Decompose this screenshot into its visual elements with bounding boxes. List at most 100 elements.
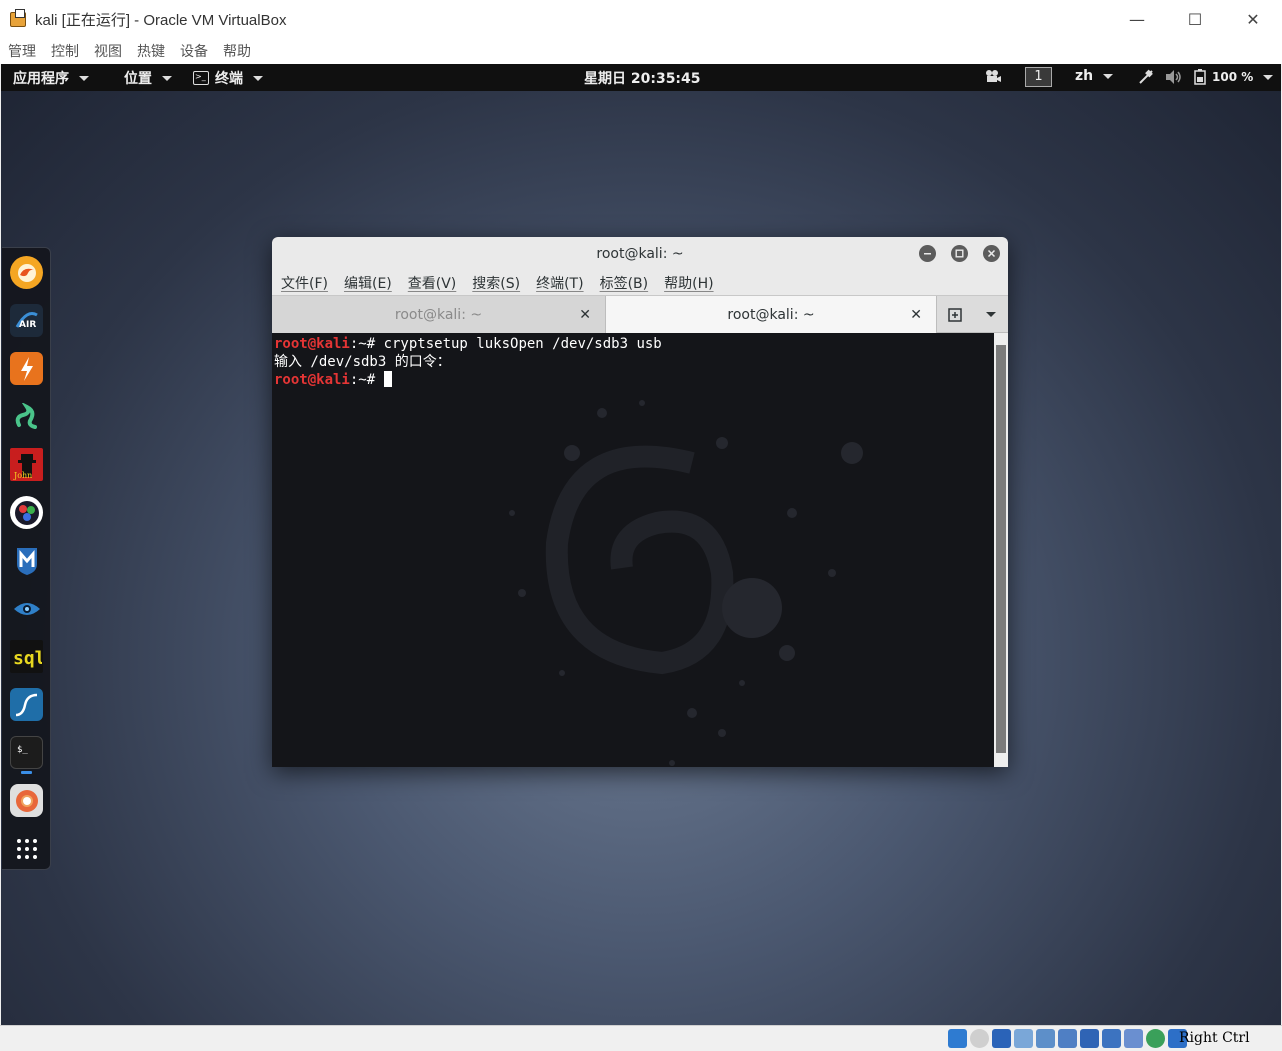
- chromium-icon[interactable]: [10, 784, 43, 817]
- new-tab-icon: [948, 307, 962, 322]
- new-tab-button[interactable]: [937, 296, 973, 333]
- menu-file[interactable]: 文件(F): [281, 273, 328, 293]
- virtualization-icon[interactable]: [1124, 1029, 1143, 1048]
- tab-list-button[interactable]: [973, 296, 1008, 333]
- svg-text:sql: sql: [13, 648, 42, 669]
- terminal-maximize-button[interactable]: [951, 245, 968, 262]
- eye-recon-icon[interactable]: [10, 592, 43, 625]
- menu-search[interactable]: 搜索(S): [472, 273, 520, 293]
- scrollbar-thumb[interactable]: [996, 345, 1006, 753]
- menu-edit[interactable]: 编辑(E): [344, 273, 392, 293]
- applications-label: 应用程序: [13, 71, 69, 87]
- display-icon[interactable]: [1080, 1029, 1099, 1048]
- prompt-user: root@kali: [274, 336, 350, 352]
- terminal-close-button[interactable]: [983, 245, 1000, 262]
- menu-terminal[interactable]: 终端(T): [536, 273, 583, 293]
- terminal-output: root@kali:~# cryptsetup luksOpen /dev/sd…: [274, 335, 662, 389]
- menu-help[interactable]: 帮助(H): [664, 273, 713, 293]
- battery-menu[interactable]: 100 %: [1194, 69, 1274, 85]
- workspace-indicator[interactable]: 1: [1025, 67, 1052, 87]
- terminal-minimize-button[interactable]: [919, 245, 936, 262]
- john-ripper-icon[interactable]: John: [10, 448, 43, 481]
- close-tab-icon[interactable]: ✕: [910, 307, 922, 323]
- host-titlebar: kali [正在运行] - Oracle VM VirtualBox — ☐ ✕: [0, 0, 1282, 38]
- terminal-icon: >_: [193, 71, 209, 85]
- close-button[interactable]: ✕: [1224, 0, 1282, 38]
- tab-label: root@kali: ~: [727, 306, 815, 323]
- chevron-down-icon: [1103, 73, 1114, 79]
- language-menu[interactable]: zh: [1075, 68, 1114, 84]
- menu-tabs[interactable]: 标签(B): [600, 273, 649, 293]
- network-icon[interactable]: [1138, 69, 1154, 85]
- minimize-button[interactable]: —: [1108, 0, 1166, 38]
- host-status-bar: Right Ctrl: [0, 1025, 1282, 1051]
- chevron-down-icon: [253, 75, 263, 81]
- video-capture-icon[interactable]: [1102, 1029, 1121, 1048]
- clock-label: 星期日 20:35:45: [584, 71, 701, 87]
- python-snake-icon[interactable]: [10, 400, 43, 433]
- terminal-icon[interactable]: $_: [10, 736, 43, 769]
- svg-text:$_: $_: [17, 745, 28, 755]
- audio-icon[interactable]: [992, 1029, 1011, 1048]
- workspace-number: 1: [1025, 67, 1052, 87]
- places-label: 位置: [124, 71, 152, 87]
- running-indicator: [21, 771, 32, 774]
- terminal-app-label: 终端: [215, 71, 243, 87]
- mouse-integration-icon[interactable]: [1146, 1029, 1165, 1048]
- menu-manage[interactable]: 管理: [8, 41, 36, 61]
- prompt-path: :~#: [349, 336, 384, 352]
- svg-text:John: John: [13, 471, 32, 480]
- terminal-app-menu[interactable]: >_ 终端: [193, 68, 263, 88]
- maximize-button[interactable]: ☐: [1166, 0, 1224, 38]
- burpsuite-icon[interactable]: [10, 352, 43, 385]
- volume-icon[interactable]: [1165, 69, 1183, 85]
- language-label: zh: [1075, 68, 1094, 84]
- terminal-body[interactable]: root@kali:~# cryptsetup luksOpen /dev/sd…: [272, 333, 994, 767]
- terminal-window: root@kali: ~ 文件(F) 编辑(E) 查看(V) 搜索(S) 终端(…: [272, 237, 1008, 767]
- places-menu[interactable]: 位置: [124, 68, 172, 88]
- chevron-down-icon: [162, 75, 172, 81]
- output-text: 输入 /dev/sdb3 的口令：: [274, 354, 451, 370]
- host-window-title: kali [正在运行] - Oracle VM VirtualBox: [35, 11, 287, 29]
- virtualbox-icon: [9, 9, 29, 29]
- menu-devices[interactable]: 设备: [180, 41, 208, 61]
- firefox-icon[interactable]: [10, 256, 43, 289]
- maltego-icon[interactable]: [10, 496, 43, 529]
- tab-1[interactable]: root@kali: ~ ✕: [272, 296, 606, 333]
- battery-icon: [1194, 69, 1206, 85]
- menu-help[interactable]: 帮助: [223, 41, 251, 61]
- host-menubar: 管理 控制 视图 热键 设备 帮助: [0, 38, 1282, 64]
- clock[interactable]: 星期日 20:35:45: [584, 68, 701, 88]
- menu-control[interactable]: 控制: [51, 41, 79, 61]
- menu-view[interactable]: 查看(V): [408, 273, 457, 293]
- menu-view[interactable]: 视图: [94, 41, 122, 61]
- aircrack-icon[interactable]: AIR: [10, 304, 43, 337]
- terminal-scrollbar[interactable]: [994, 333, 1008, 767]
- network-adapter-icon[interactable]: [1014, 1029, 1033, 1048]
- metasploit-icon[interactable]: [10, 544, 43, 577]
- terminal-title: root@kali: ~: [596, 246, 684, 262]
- close-tab-icon[interactable]: ✕: [579, 307, 591, 323]
- host-key-label: Right Ctrl: [1179, 1030, 1250, 1046]
- gnome-top-bar: 应用程序 位置 >_ 终端 星期日 20:35:45 1 zh 100 %: [1, 64, 1281, 91]
- chevron-down-icon: [79, 75, 89, 81]
- wireshark-icon[interactable]: [10, 688, 43, 721]
- terminal-headerbar[interactable]: root@kali: ~: [272, 237, 1008, 271]
- chevron-down-icon: [985, 312, 996, 317]
- hard-disk-icon[interactable]: [948, 1029, 967, 1048]
- terminal-tabbar: root@kali: ~ ✕ root@kali: ~ ✕: [272, 295, 1008, 333]
- menu-hotkey[interactable]: 热键: [137, 41, 165, 61]
- optical-drive-icon[interactable]: [970, 1029, 989, 1048]
- guest-desktop[interactable]: 应用程序 位置 >_ 终端 星期日 20:35:45 1 zh 100 % AI…: [1, 64, 1281, 1025]
- debian-swirl-wallpaper: [509, 400, 863, 766]
- sqlmap-icon[interactable]: sql: [10, 640, 43, 673]
- tab-2[interactable]: root@kali: ~ ✕: [606, 296, 937, 333]
- prompt-path: :~#: [349, 372, 384, 388]
- text-cursor: [383, 371, 392, 387]
- usb-icon[interactable]: [1036, 1029, 1055, 1048]
- applications-menu[interactable]: 应用程序: [13, 68, 89, 88]
- shared-folder-icon[interactable]: [1058, 1029, 1077, 1048]
- show-apps-icon[interactable]: [10, 832, 43, 865]
- video-camera-icon[interactable]: [985, 69, 1001, 83]
- command-text: cryptsetup luksOpen /dev/sdb3 usb: [383, 336, 662, 352]
